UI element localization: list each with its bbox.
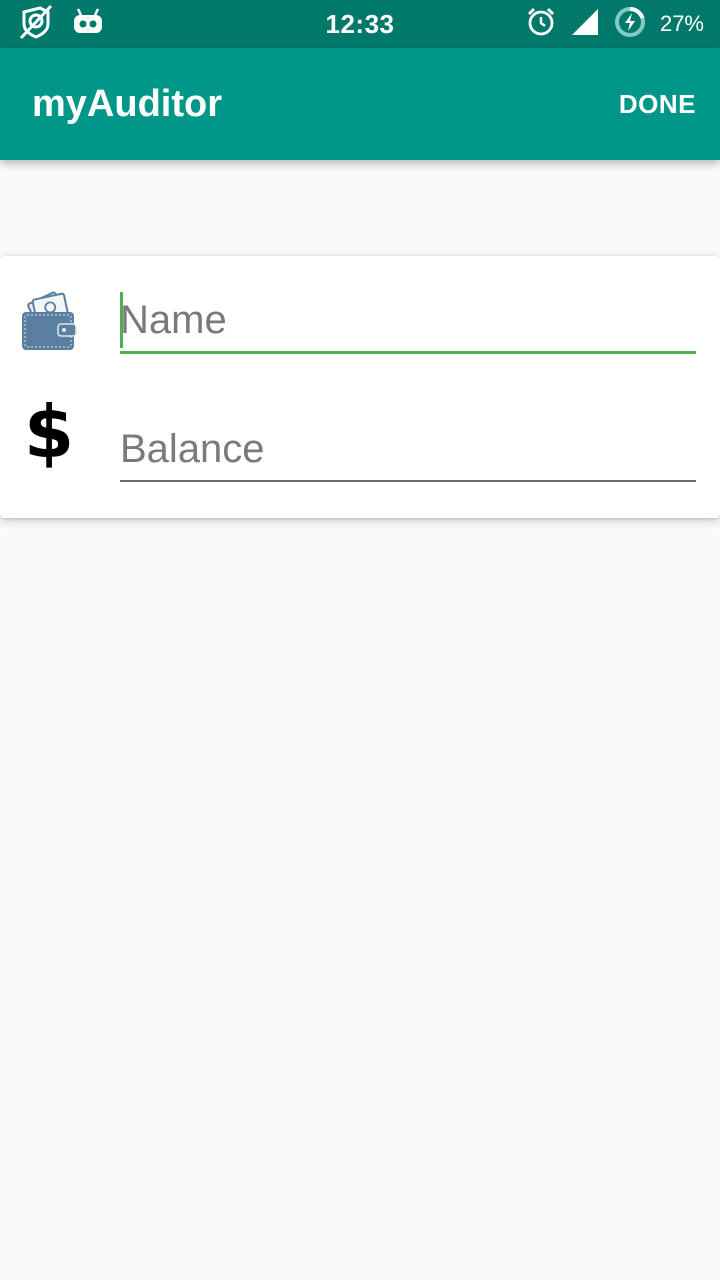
name-input[interactable] — [120, 290, 696, 354]
battery-percent: 27% — [659, 11, 704, 36]
dollar-icon: $ — [18, 390, 80, 474]
battery-charging-icon — [614, 6, 646, 43]
app-bar: myAuditor DONE — [0, 48, 720, 160]
account-form-card: $ — [0, 256, 720, 518]
wallet-icon — [18, 286, 80, 356]
name-field-row — [0, 266, 720, 386]
text-cursor — [120, 292, 123, 348]
status-bar: 12:33 27% — [0, 0, 720, 48]
alarm-icon — [526, 7, 556, 42]
dollar-glyph: $ — [23, 390, 75, 474]
signal-icon — [570, 7, 600, 42]
done-button[interactable]: DONE — [619, 48, 696, 160]
status-bar-right-icons: 27% — [526, 0, 704, 48]
balance-input[interactable] — [120, 418, 696, 482]
app-title: myAuditor — [32, 82, 222, 125]
balance-field-row: $ — [0, 396, 720, 516]
